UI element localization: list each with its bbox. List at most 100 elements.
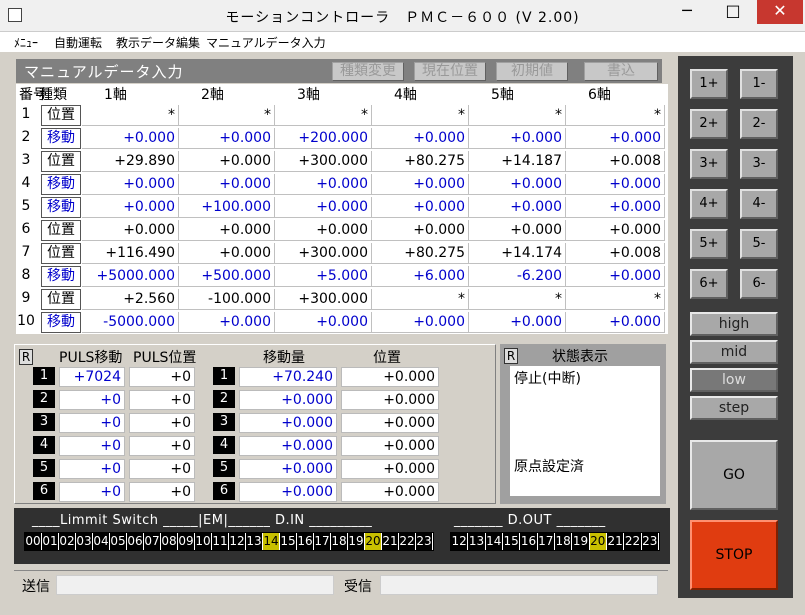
axis-2-cell[interactable]: +0.000 [179,243,275,264]
axis-2-cell[interactable]: +0.000 [179,220,275,241]
axis-4-cell[interactable]: +0.000 [372,312,469,333]
axis-6-cell[interactable]: +0.000 [566,197,665,218]
axis-2-cell[interactable]: +0.000 [179,174,275,195]
row-type[interactable]: 移動 [41,312,81,333]
axis-5-cell[interactable]: +0.000 [469,174,566,195]
axis-1-cell[interactable]: +2.560 [82,289,179,310]
axis-2-cell[interactable]: +0.000 [179,312,275,333]
axis-6-cell[interactable]: +0.000 [566,266,665,287]
axis-2-cell[interactable]: +0.000 [179,128,275,149]
minimize-button[interactable]: ─ [664,0,710,24]
axis-5-cell[interactable]: +14.174 [469,243,566,264]
menu-auto-run[interactable]: 自動運転 [54,34,102,51]
axis-1-cell[interactable]: * [82,105,179,126]
axis-3-cell[interactable]: +0.000 [275,220,372,241]
axis-5-cell[interactable]: +0.000 [469,312,566,333]
status-reset-button[interactable]: R [504,348,518,364]
row-type[interactable]: 移動 [41,128,81,149]
io-bit: 19 [348,533,365,550]
axis-3-cell[interactable]: +5.000 [275,266,372,287]
axis-5-cell[interactable]: +0.000 [469,197,566,218]
axis-3-cell[interactable]: +0.000 [275,174,372,195]
menu-manual-input[interactable]: マニュアルデータ入力 [206,34,326,51]
maximize-button[interactable]: □ [710,0,756,24]
row-type[interactable]: 位置 [41,151,81,172]
stop-button[interactable]: STOP [690,520,778,590]
dout-label: _______ D.OUT _______ [454,513,606,528]
axis-1-cell[interactable]: +116.490 [82,243,179,264]
axis-6-cell[interactable]: +0.000 [566,312,665,333]
axis-1-cell[interactable]: +0.000 [82,220,179,241]
change-type-button[interactable]: 種類変更 [332,62,404,81]
axis-3-cell[interactable]: +300.000 [275,289,372,310]
axis-4-cell[interactable]: +80.275 [372,151,469,172]
axis-4-cell[interactable]: +6.000 [372,266,469,287]
axis-2-cell[interactable]: -100.000 [179,289,275,310]
row-type[interactable]: 位置 [41,105,81,126]
speed-high-button[interactable]: high [690,312,778,336]
axis-6-cell[interactable]: +0.000 [566,128,665,149]
menu-teach-edit[interactable]: 教示データ編集 [116,34,200,51]
menu-main[interactable]: ﾒﾆｭｰ [14,34,38,51]
axis-5-cell[interactable]: * [469,289,566,310]
axis-2-cell[interactable]: +500.000 [179,266,275,287]
axis-6-cell[interactable]: * [566,105,665,126]
go-button[interactable]: GO [690,440,778,510]
row-type[interactable]: 位置 [41,220,81,241]
axis-4-cell[interactable]: +0.000 [372,128,469,149]
axis-6-cell[interactable]: * [566,289,665,310]
speed-mid-button[interactable]: mid [690,340,778,364]
write-button[interactable]: 書込 [584,62,658,81]
axis-1-cell[interactable]: +0.000 [82,174,179,195]
axis-4-cell[interactable]: +0.000 [372,197,469,218]
axis-4-cell[interactable]: * [372,105,469,126]
axis-2-cell[interactable]: * [179,105,275,126]
axis-5-cell[interactable]: +14.187 [469,151,566,172]
axis-6-cell[interactable]: +0.000 [566,174,665,195]
axis-3-cell[interactable]: * [275,105,372,126]
axis-5-cell[interactable]: * [469,105,566,126]
speed-step-button[interactable]: step [690,396,778,420]
row-type[interactable]: 移動 [41,266,81,287]
row-type[interactable]: 位置 [41,289,81,310]
axis-5-cell[interactable]: -6.200 [469,266,566,287]
puls-move-value: +0 [59,413,125,433]
speed-low-button[interactable]: low [690,368,778,392]
axis-1-cell[interactable]: +0.000 [82,197,179,218]
axis-3-cell[interactable]: +200.000 [275,128,372,149]
move-amount-value: +0.000 [239,390,337,410]
dout-bits: 12 13 14 15 16 17 18 19 20 21 22 23 [450,532,660,551]
initial-value-button[interactable]: 初期値 [496,62,568,81]
axis-4-cell[interactable]: * [372,289,469,310]
axis-3-cell[interactable]: +0.000 [275,197,372,218]
grid-header-3: 2軸 [201,87,224,103]
axis-2-cell[interactable]: +100.000 [179,197,275,218]
axis-1-cell[interactable]: +0.000 [82,128,179,149]
axis-5-cell[interactable]: +0.000 [469,220,566,241]
axis-6-cell[interactable]: +0.008 [566,151,665,172]
axis-4-cell[interactable]: +0.000 [372,220,469,241]
axis-2-cell[interactable]: +0.000 [179,151,275,172]
io-bit: 07 [144,533,161,550]
comm-panel: 送信 受信 [14,570,668,598]
axis-1-cell[interactable]: +5000.000 [82,266,179,287]
axis-4-cell[interactable]: +80.275 [372,243,469,264]
io-bit: 10 [195,533,212,550]
axis-1-cell[interactable]: -5000.000 [82,312,179,333]
axis-5-cell[interactable]: +0.000 [469,128,566,149]
axis-4-cell[interactable]: +0.000 [372,174,469,195]
axis-3-cell[interactable]: +300.000 [275,151,372,172]
grid-row: 3 位置 +29.890 +0.000 +300.000 +80.275 +14.187 +0… [16,150,668,173]
current-position-button[interactable]: 現在位置 [414,62,486,81]
pulse-reset-button[interactable]: R [19,349,33,365]
axis-6-cell[interactable]: +0.000 [566,220,665,241]
axis-3-cell[interactable]: +300.000 [275,243,372,264]
row-type[interactable]: 位置 [41,243,81,264]
axis-3-cell[interactable]: +0.000 [275,312,372,333]
row-number: 8 [21,267,31,283]
axis-6-cell[interactable]: +0.008 [566,243,665,264]
row-type[interactable]: 移動 [41,197,81,218]
row-type[interactable]: 移動 [41,174,81,195]
axis-1-cell[interactable]: +29.890 [82,151,179,172]
close-button[interactable]: ✕ [757,0,803,24]
